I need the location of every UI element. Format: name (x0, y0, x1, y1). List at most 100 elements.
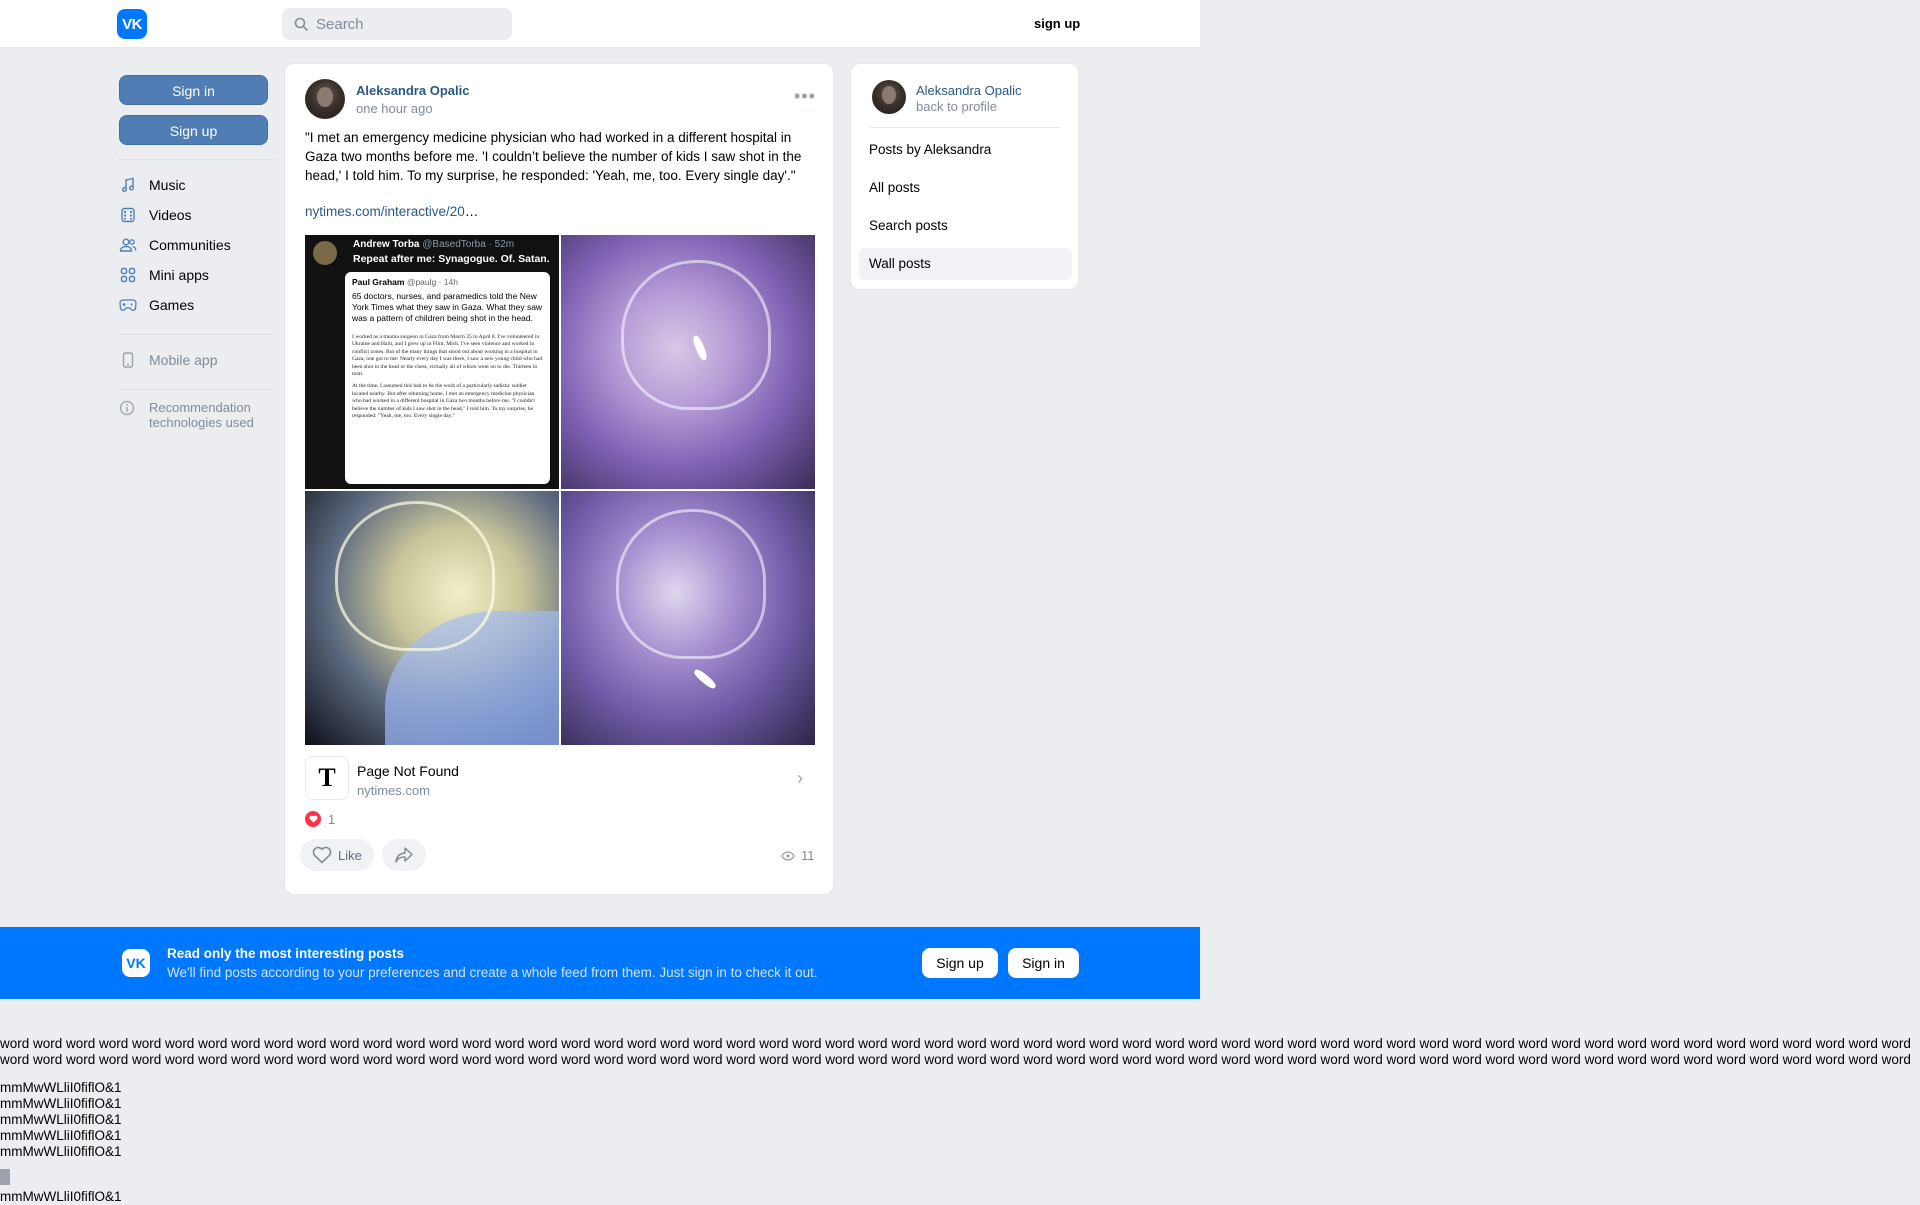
phone-icon (119, 351, 137, 369)
menu-item-all-posts[interactable]: All posts (859, 172, 1072, 204)
tweet-name: Andrew Torba @BasedTorba · 52m (353, 239, 514, 250)
xray-skull (616, 509, 766, 659)
banner-sign-up-button[interactable]: Sign up (922, 948, 998, 978)
glyph-line: mmMwWLliI0fiflO&1 (0, 1144, 122, 1159)
banner-title: Read only the most interesting posts (167, 946, 405, 961)
music-note-icon (119, 176, 137, 194)
post-actions: Like (300, 839, 426, 871)
tweet-author: Andrew Torba (353, 239, 420, 250)
nav-item-music[interactable]: Music (119, 170, 275, 200)
nav-label: Videos (149, 207, 192, 223)
filler-glyphs: mmMwWLliI0fiflO&1 mmMwWLliI0fiflO&1 mmMw… (0, 1080, 122, 1205)
photo-xray-1[interactable] (561, 235, 815, 489)
video-icon (119, 206, 137, 224)
avatar[interactable] (305, 79, 345, 119)
post-card: Aleksandra Opalic one hour ago ••• "I me… (284, 63, 834, 895)
nav-label: Communities (149, 237, 231, 253)
nav-label: Music (149, 177, 186, 193)
gamepad-icon (119, 296, 137, 314)
nav-item-communities[interactable]: Communities (119, 230, 275, 260)
vk-logo: VK (122, 949, 150, 977)
link-ellipsis: … (464, 204, 479, 219)
photo-grid: Andrew Torba @BasedTorba · 52m Repeat af… (305, 235, 815, 745)
photo-tweet-screenshot[interactable]: Andrew Torba @BasedTorba · 52m Repeat af… (305, 235, 559, 489)
nav-item-mini-apps[interactable]: Mini apps (119, 260, 275, 290)
link-text: nytimes.com/interactive/20 (305, 204, 465, 219)
avatar[interactable] (872, 80, 906, 114)
views-counter: 11 (781, 848, 815, 863)
glyph-line: mmMwWLliI0fiflO&1 (0, 1189, 122, 1204)
nav-label: Games (149, 297, 195, 313)
share-button[interactable] (381, 839, 426, 871)
users-icon (119, 236, 137, 254)
glyph-line: mmMwWLliI0fiflO&1 (0, 1096, 122, 1111)
recommendation-label: Recommendation technologies used (149, 400, 254, 430)
vk-logo[interactable]: VK (117, 9, 147, 39)
xray-skull (335, 501, 495, 651)
photo-xray-3[interactable] (561, 491, 815, 745)
article-paragraph-2: At the time, I assumed this had to be th… (352, 383, 535, 420)
nav-item-mobile-app[interactable]: Mobile app (119, 345, 275, 375)
attachment-domain: nytimes.com (357, 783, 430, 798)
nyt-logo-icon: T (305, 756, 349, 800)
divider (0, 1169, 10, 1185)
attachment-title: Page Not Found (357, 763, 459, 779)
like-label: Like (338, 847, 362, 863)
chevron-right-icon: › (797, 768, 803, 788)
xray-bullet (692, 667, 718, 691)
post-author[interactable]: Aleksandra Opalic (356, 83, 469, 98)
profile-posts-card: Aleksandra Opalic back to profile Posts … (850, 63, 1079, 290)
back-to-profile-link[interactable]: back to profile (916, 99, 997, 114)
menu-item-posts-by-author[interactable]: Posts by Aleksandra (859, 134, 1072, 166)
nav-item-games[interactable]: Games (119, 290, 275, 320)
top-bar: VK Search sign up (0, 0, 1200, 48)
quoted-text: 65 doctors, nurses, and paramedics told … (352, 291, 543, 323)
nav-label: Mini apps (149, 267, 209, 283)
photo-xray-2[interactable] (305, 491, 559, 745)
views-count: 11 (801, 848, 815, 863)
reactions-summary[interactable]: 1 (305, 811, 335, 827)
quoted-handle: @paulg · 14h (406, 277, 458, 287)
like-button[interactable]: Like (300, 839, 374, 871)
post-text: "I met an emergency medicine physician w… (305, 130, 802, 183)
divider (870, 127, 1060, 128)
article-paragraph-1: I worked as a trauma surgeon in Gaza fro… (352, 334, 543, 378)
post-time[interactable]: one hour ago (356, 101, 433, 116)
tweet-avatar (313, 241, 337, 265)
quoted-author: Paul Graham @paulg · 14h (352, 277, 543, 287)
divider (119, 389, 275, 390)
divider (119, 159, 275, 160)
heart-icon (312, 846, 332, 864)
menu-item-wall-posts[interactable]: Wall posts (859, 248, 1072, 280)
signin-promo-banner: VK Read only the most interesting posts … (0, 927, 1200, 999)
eye-icon (781, 850, 795, 861)
banner-subtitle: We'll find posts according to your prefe… (167, 965, 818, 980)
more-options-icon[interactable]: ••• (794, 86, 816, 107)
menu-item-search-posts[interactable]: Search posts (859, 210, 1072, 242)
tweet-handle: @BasedTorba · 52m (422, 239, 515, 250)
heart-reaction-icon (305, 811, 321, 827)
sign-in-button[interactable]: Sign in (119, 75, 268, 105)
profile-name[interactable]: Aleksandra Opalic (916, 83, 1022, 98)
banner-sign-in-button[interactable]: Sign in (1008, 948, 1079, 978)
top-signup-link[interactable]: sign up (1034, 16, 1080, 31)
link-attachment[interactable]: T Page Not Found nytimes.com › (305, 756, 815, 800)
filler-words: word word word word word word word word … (0, 1036, 1911, 1070)
sign-up-button[interactable]: Sign up (119, 115, 268, 145)
left-nav: Sign in Sign up Music Videos Communities… (119, 75, 275, 430)
glyph-line: mmMwWLliI0fiflO&1 (0, 1128, 122, 1143)
apps-grid-icon (119, 266, 137, 284)
info-icon (119, 400, 137, 419)
reactions-count: 1 (328, 811, 336, 827)
nav-item-videos[interactable]: Videos (119, 200, 275, 230)
recommendation-technologies-link[interactable]: Recommendation technologies used (119, 400, 275, 430)
share-icon (395, 847, 413, 863)
search-input[interactable]: Search (282, 8, 512, 40)
post-link[interactable]: nytimes.com/interactive/20… (305, 204, 478, 219)
nav-label: Mobile app (149, 352, 218, 368)
quoted-name: Paul Graham (352, 277, 405, 287)
divider (119, 334, 275, 335)
tweet-title: Repeat after me: Synagogue. Of. Satan. (353, 253, 550, 265)
quoted-tweet: Paul Graham @paulg · 14h 65 doctors, nur… (345, 272, 550, 484)
glyph-line: mmMwWLliI0fiflO&1 (0, 1080, 122, 1095)
